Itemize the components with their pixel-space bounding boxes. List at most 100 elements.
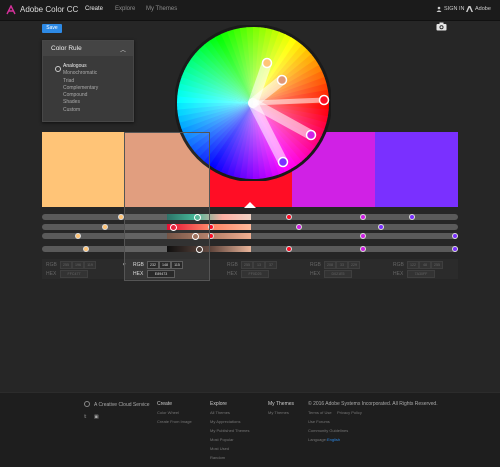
- slider-knob-2d[interactable]: [378, 224, 384, 230]
- slider-active-track-4: [167, 246, 251, 252]
- mode-dropdown-icon[interactable]: ▾: [123, 262, 126, 268]
- footer-link-random[interactable]: Random: [210, 455, 225, 460]
- r-field-4[interactable]: 208: [324, 261, 336, 269]
- adobe-logo-icon: [466, 6, 473, 12]
- footer-link-most-used[interactable]: Most Used: [210, 446, 229, 451]
- mode-label-1[interactable]: RGB: [46, 262, 57, 268]
- nav-my-themes[interactable]: My Themes: [146, 6, 177, 12]
- adobe-link[interactable]: Adobe: [475, 6, 491, 12]
- language-label: Language:: [308, 437, 327, 442]
- sign-in-link[interactable]: SIGN IN: [444, 6, 464, 12]
- slider-knob-1b[interactable]: [286, 214, 292, 220]
- footer-link-privacy[interactable]: Privacy Policy: [337, 410, 362, 415]
- rule-option-compound[interactable]: Compound: [63, 92, 98, 99]
- footer-explore-heading: Explore: [210, 401, 227, 407]
- nav-explore[interactable]: Explore: [115, 6, 135, 12]
- wheel-handle-5[interactable]: [277, 156, 289, 168]
- top-bar: Adobe Color CC Create Explore My Themes …: [0, 0, 500, 21]
- mode-label-5[interactable]: RGB: [393, 262, 404, 268]
- color-wheel[interactable]: [175, 25, 331, 181]
- footer-link-create-from-image[interactable]: Create From Image: [157, 419, 192, 424]
- color-rule-header[interactable]: Color Rule ︿: [43, 41, 133, 56]
- creative-cloud-text[interactable]: A Creative Cloud Service: [94, 402, 150, 408]
- g-field-3[interactable]: 13: [253, 261, 265, 269]
- slider-knob-2a[interactable]: [102, 224, 108, 230]
- b-field-2[interactable]: 115: [171, 261, 183, 269]
- g-field-2[interactable]: 148: [159, 261, 171, 269]
- hex-field-1[interactable]: FFC477: [60, 270, 88, 278]
- g-field-4[interactable]: 33: [336, 261, 348, 269]
- r-field-5[interactable]: 122: [407, 261, 419, 269]
- footer-link-all-themes[interactable]: All Themes: [210, 410, 230, 415]
- footer-link-my-appreciations[interactable]: My Appreciations: [210, 419, 240, 424]
- slider-knob-4d[interactable]: [452, 246, 458, 252]
- slider-track-2[interactable]: [42, 223, 458, 231]
- hex-field-3[interactable]: FF0D25: [241, 270, 269, 278]
- footer-link-guidelines[interactable]: Community Guidelines: [308, 428, 348, 433]
- wheel-handle-1[interactable]: [261, 57, 273, 69]
- hex-field-4[interactable]: D021E5: [324, 270, 352, 278]
- r-field-2[interactable]: 232: [147, 261, 159, 269]
- b-field-3[interactable]: 37: [265, 261, 277, 269]
- facebook-icon[interactable]: ▣: [94, 414, 99, 420]
- slider-handle-4[interactable]: [196, 245, 203, 253]
- color-rule-list: Analogous Monochromatic Triad Complement…: [63, 63, 98, 114]
- rule-option-analogous[interactable]: Analogous: [63, 63, 98, 70]
- slider-track-4[interactable]: [42, 245, 458, 253]
- slider-knob-2b[interactable]: [208, 224, 214, 230]
- footer-link-my-published[interactable]: My Published Themes: [210, 428, 250, 433]
- mode-label-4[interactable]: RGB: [310, 262, 321, 268]
- swatch-1[interactable]: [42, 132, 125, 207]
- b-field-1[interactable]: 119: [84, 261, 96, 269]
- footer-link-my-themes[interactable]: My Themes: [268, 410, 289, 415]
- mode-label-2[interactable]: RGB: [133, 262, 144, 268]
- rule-option-custom[interactable]: Custom: [63, 107, 98, 114]
- twitter-icon[interactable]: 𝕥: [84, 414, 86, 420]
- g-field-1[interactable]: 196: [72, 261, 84, 269]
- rule-option-monochromatic[interactable]: Monochromatic: [63, 70, 98, 77]
- mode-label-3[interactable]: RGB: [227, 262, 238, 268]
- camera-icon[interactable]: [436, 22, 447, 31]
- creative-cloud-icon: [84, 401, 90, 407]
- chevron-up-icon[interactable]: ︿: [120, 45, 126, 54]
- rule-option-triad[interactable]: Triad: [63, 78, 98, 85]
- footer: A Creative Cloud Service 𝕥 ▣ Create Colo…: [0, 392, 500, 467]
- nav-create[interactable]: Create: [85, 6, 103, 12]
- rule-option-shades[interactable]: Shades: [63, 99, 98, 106]
- slider-knob-1a[interactable]: [118, 214, 124, 220]
- b-field-4[interactable]: 229: [348, 261, 360, 269]
- footer-link-terms[interactable]: Terms of Use: [308, 410, 332, 415]
- slider-handle-2[interactable]: [170, 223, 177, 231]
- slider-knob-2c[interactable]: [296, 224, 302, 230]
- slider-knob-3d[interactable]: [452, 233, 458, 239]
- slider-knob-4a[interactable]: [83, 246, 89, 252]
- slider-knob-1d[interactable]: [409, 214, 415, 220]
- slider-handle-1[interactable]: [194, 213, 201, 221]
- slider-knob-3b[interactable]: [208, 233, 214, 239]
- footer-link-color-wheel[interactable]: Color Wheel: [157, 410, 179, 415]
- r-field-1[interactable]: 255: [60, 261, 72, 269]
- swatch-5[interactable]: [375, 132, 458, 207]
- slider-track-1[interactable]: [42, 213, 458, 221]
- radio-analogous[interactable]: [55, 66, 61, 72]
- r-field-3[interactable]: 255: [241, 261, 253, 269]
- wheel-handle-2[interactable]: [276, 74, 288, 86]
- hex-field-5[interactable]: 7A30FF: [407, 270, 435, 278]
- b-field-5[interactable]: 255: [431, 261, 443, 269]
- footer-link-most-popular[interactable]: Most Popular: [210, 437, 234, 442]
- wheel-handle-3[interactable]: [318, 94, 330, 106]
- slider-knob-3c[interactable]: [360, 233, 366, 239]
- slider-knob-1c[interactable]: [360, 214, 366, 220]
- slider-track-3[interactable]: [42, 232, 458, 240]
- slider-handle-3[interactable]: [192, 232, 199, 240]
- slider-knob-4c[interactable]: [360, 246, 366, 252]
- slider-knob-4b[interactable]: [286, 246, 292, 252]
- language-selector[interactable]: English: [327, 437, 340, 442]
- footer-link-forums[interactable]: Use Forums: [308, 419, 330, 424]
- hex-field-2[interactable]: E89473: [147, 270, 175, 278]
- rule-option-complementary[interactable]: Complementary: [63, 85, 98, 92]
- wheel-handle-4[interactable]: [305, 129, 317, 141]
- g-field-5[interactable]: 48: [419, 261, 431, 269]
- slider-knob-3a[interactable]: [75, 233, 81, 239]
- save-button[interactable]: Save: [42, 24, 62, 33]
